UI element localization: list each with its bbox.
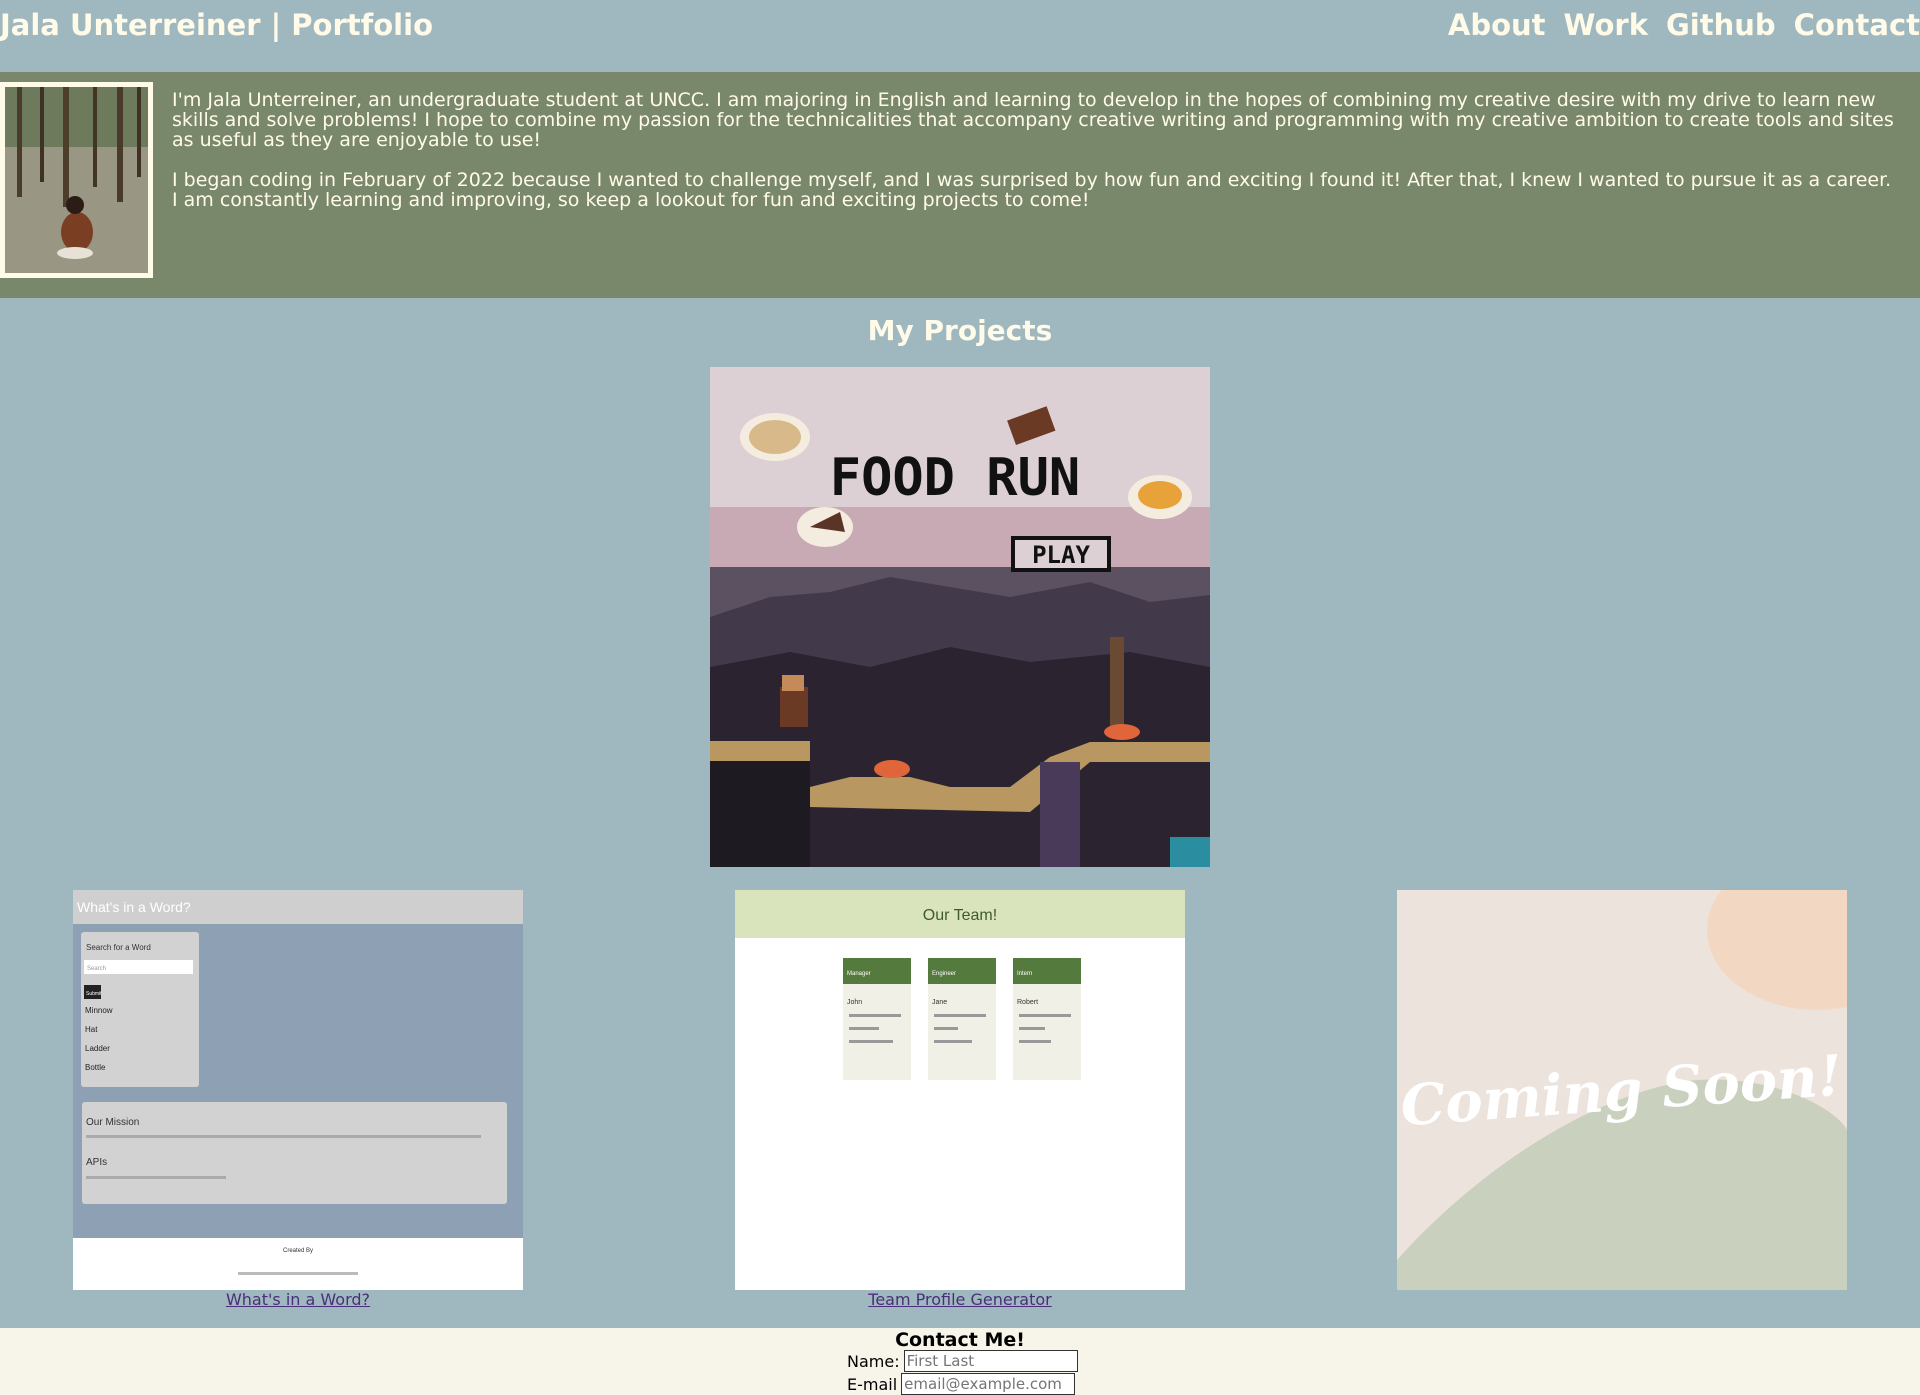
nav-contact-link[interactable]: Contact: [1794, 8, 1920, 42]
play-label: PLAY: [1032, 541, 1090, 569]
preview-submit: Submit: [86, 991, 102, 997]
preview-word-1: Minnow: [85, 1006, 113, 1015]
preview-member-name-3: Robert: [1017, 999, 1038, 1006]
preview-member-role-2: Engineer: [932, 971, 956, 977]
project-card-team-profile-generator[interactable]: Our Team! Manager John Engineer Jane Int…: [735, 890, 1185, 1290]
preview-search-placeholder: Search: [87, 966, 106, 972]
game-title: FOOD RUN: [830, 448, 1080, 508]
projects-heading: My Projects: [867, 314, 1053, 347]
preview-member-card-3: Intern Robert: [1013, 958, 1081, 1080]
project-card-whats-in-a-word[interactable]: What's in a Word? Search for a Word Sear…: [73, 890, 523, 1290]
email-label: E-mail: [847, 1374, 898, 1394]
preview-member-role-1: Manager: [847, 971, 871, 977]
nav-about-link[interactable]: About: [1448, 8, 1546, 42]
preview-word-4: Bottle: [85, 1063, 106, 1072]
nav-github-link[interactable]: Github: [1666, 8, 1776, 42]
preview-member-card-2: Engineer Jane: [928, 958, 996, 1080]
preview-member-name-2: Jane: [932, 999, 947, 1006]
about-text: I'm Jala Unterreiner, an undergraduate s…: [172, 90, 1902, 210]
preview-word-3: Ladder: [85, 1044, 110, 1053]
site-header: Jala Unterreiner | Portfolio About Work …: [0, 0, 1920, 72]
email-row: E-mail: [847, 1373, 1076, 1395]
main-nav: About Work Github Contact: [1448, 8, 1920, 42]
contact-section: Contact Me! Name: E-mail: [0, 1328, 1920, 1395]
preview-member-name-1: John: [847, 999, 862, 1006]
whats-in-a-word-screenshot: What's in a Word? Search for a Word Sear…: [73, 890, 523, 1290]
about-paragraph-1: I'm Jala Unterreiner, an undergraduate s…: [172, 89, 1894, 151]
preview-search-label: Search for a Word: [86, 943, 151, 952]
team-profile-screenshot: Our Team! Manager John Engineer Jane Int…: [735, 890, 1185, 1290]
nav-work-link[interactable]: Work: [1564, 8, 1648, 42]
coming-soon-image: Coming Soon!: [1397, 890, 1847, 1290]
profile-photo: [0, 82, 153, 278]
preview-member-role-3: Intern: [1017, 971, 1032, 977]
featured-project-food-run[interactable]: FOOD RUN PLAY: [710, 367, 1210, 867]
name-row: Name:: [847, 1350, 1078, 1372]
name-label: Name:: [847, 1351, 900, 1371]
project-card-coming-soon: Coming Soon!: [1397, 890, 1847, 1290]
preview-team-header: Our Team!: [923, 907, 997, 924]
about-section: I'm Jala Unterreiner, an undergraduate s…: [0, 72, 1920, 298]
food-run-screenshot: FOOD RUN PLAY: [710, 367, 1210, 867]
preview-header: What's in a Word?: [77, 899, 191, 915]
preview-mission-title: Our Mission: [86, 1117, 139, 1128]
email-input[interactable]: [901, 1373, 1076, 1395]
whats-in-a-word-link[interactable]: What's in a Word?: [73, 1290, 523, 1309]
profile-photo-image: [5, 87, 148, 273]
preview-member-card-1: Manager John: [843, 958, 911, 1080]
team-profile-generator-link[interactable]: Team Profile Generator: [735, 1290, 1185, 1309]
about-paragraph-2: I began coding in February of 2022 becau…: [172, 169, 1892, 211]
preview-footer: Created By: [283, 1248, 313, 1254]
preview-apis-title: APIs: [86, 1157, 107, 1168]
name-input[interactable]: [903, 1350, 1078, 1372]
contact-heading: Contact Me!: [895, 1329, 1025, 1351]
site-title: Jala Unterreiner | Portfolio: [0, 8, 433, 42]
preview-word-2: Hat: [85, 1025, 98, 1034]
